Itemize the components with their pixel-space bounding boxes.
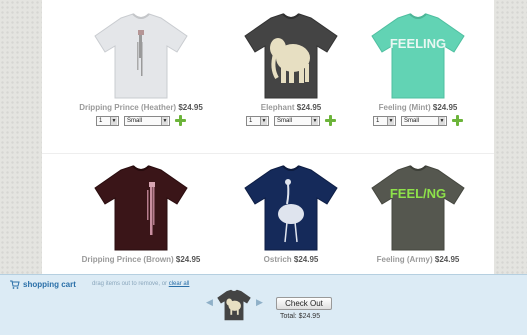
shopping-cart-icon (10, 280, 20, 289)
product-price: $24.95 (434, 255, 460, 264)
add-to-cart-plus-icon[interactable] (325, 115, 336, 126)
size-select[interactable]: Small ▼ (401, 115, 447, 126)
product-name: Feeling (Mint) (378, 103, 431, 112)
product-ostrich: Ostrich $24.95 (221, 164, 361, 264)
size-select[interactable]: Small ▼ (124, 115, 170, 126)
product-name: Dripping Prince (Brown) (81, 255, 174, 264)
product-dripping-prince-heather: Dripping Prince (Heather) $24.95 1 ▼ Smal… (71, 12, 211, 126)
chevron-left-icon[interactable]: ◀ (206, 297, 213, 308)
add-to-cart-plus-icon[interactable] (452, 115, 463, 126)
chevron-down-icon: ▼ (161, 116, 168, 125)
product-price: $24.95 (296, 103, 322, 112)
quantity-select[interactable]: 1 ▼ (246, 115, 269, 126)
size-select[interactable]: Small ▼ (274, 115, 320, 126)
tshirt-feeling-army-icon[interactable]: FEEL/NG (370, 164, 466, 252)
product-caption: Elephant $24.95 (221, 103, 361, 112)
clear-all-link[interactable]: clear all (169, 281, 190, 287)
quantity-select[interactable]: 1 ▼ (96, 115, 119, 126)
chevron-down-icon: ▼ (438, 116, 445, 125)
chevron-right-icon[interactable]: ▶ (256, 297, 263, 308)
chevron-down-icon: ▼ (110, 116, 117, 125)
tshirt-dripping-prince-heather-icon[interactable] (93, 12, 189, 100)
product-caption: Dripping Prince (Brown) $24.95 (71, 255, 211, 264)
shirt-print-text: FEEL/NG (390, 186, 446, 201)
cart-item-elephant-thumbnail[interactable] (216, 289, 252, 321)
chevron-down-icon: ▼ (387, 116, 394, 125)
checkout-button[interactable]: Check Out (276, 297, 332, 310)
quantity-select[interactable]: 1 ▼ (373, 115, 396, 126)
cart-hint: drag items out to remove, or clear all (92, 281, 190, 287)
product-caption: Ostrich $24.95 (221, 255, 361, 264)
product-price: $24.95 (293, 255, 319, 264)
product-name: Feeling (Army) (376, 255, 433, 264)
shirt-print-text: FEELING (390, 36, 446, 51)
product-price: $24.95 (175, 255, 201, 264)
product-name: Dripping Prince (Heather) (79, 103, 177, 112)
product-price: $24.95 (432, 103, 458, 112)
product-caption: Feeling (Mint) $24.95 (348, 103, 488, 112)
chevron-down-icon: ▼ (311, 116, 318, 125)
product-name: Ostrich (263, 255, 292, 264)
add-to-cart-plus-icon[interactable] (175, 115, 186, 126)
tshirt-elephant-icon[interactable] (243, 12, 339, 100)
tshirt-dripping-prince-brown-icon[interactable] (93, 164, 189, 252)
shopping-cart-bar: shopping cart drag items out to remove, … (0, 274, 527, 335)
cart-total: Total: $24.95 (280, 313, 321, 320)
chevron-down-icon: ▼ (260, 116, 267, 125)
cart-title: shopping cart (10, 280, 76, 289)
row-divider (42, 153, 494, 154)
product-feeling-army: FEEL/NG Feeling (Army) $24.95 (348, 164, 488, 264)
tshirt-feeling-mint-icon[interactable]: FEELING (370, 12, 466, 100)
product-feeling-mint: FEELING Feeling (Mint) $24.95 1 ▼ Small ▼ (348, 12, 488, 126)
product-price: $24.95 (178, 103, 203, 112)
tshirt-ostrich-icon[interactable] (243, 164, 339, 252)
product-name: Elephant (260, 103, 295, 112)
product-elephant: Elephant $24.95 1 ▼ Small ▼ (221, 12, 361, 126)
product-caption: Dripping Prince (Heather) $24.95 (71, 103, 211, 112)
product-dripping-prince-brown: Dripping Prince (Brown) $24.95 (71, 164, 211, 264)
product-caption: Feeling (Army) $24.95 (348, 255, 488, 264)
